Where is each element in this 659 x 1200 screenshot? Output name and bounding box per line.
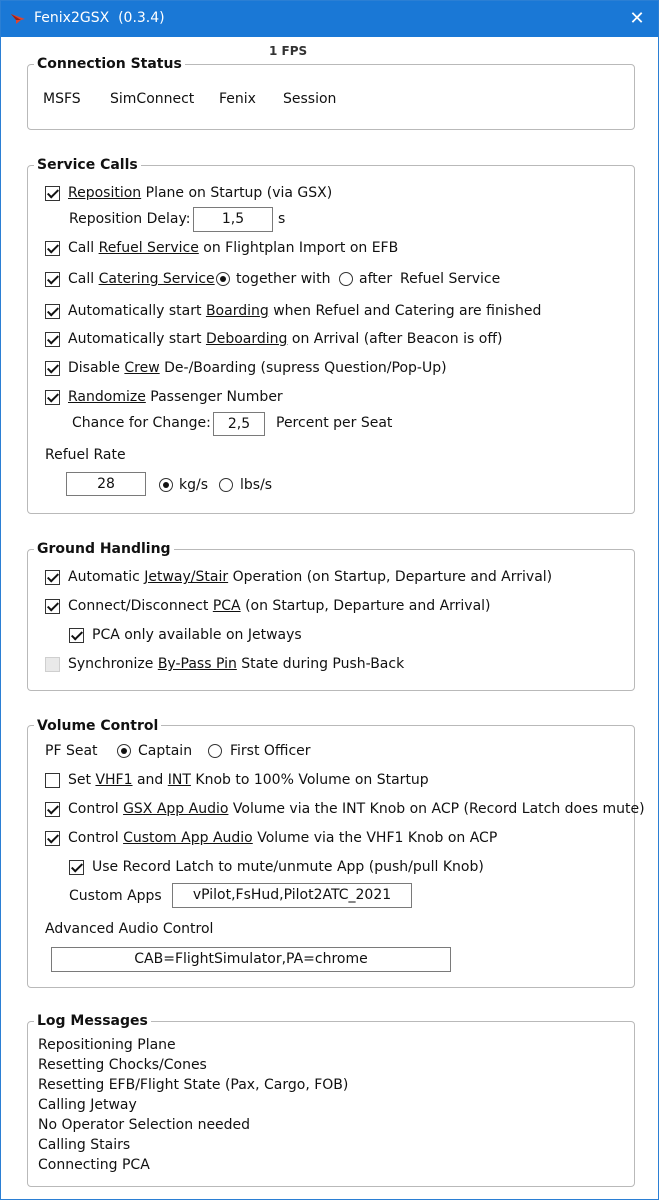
status-msfs: MSFS [43, 91, 81, 107]
pf-first-officer-label[interactable]: First Officer [230, 743, 311, 760]
catering-suffix-label: Refuel Service [400, 271, 501, 287]
app-window: Fenix2GSX (0.3.4) ✕ 1 FPS Connection Sta… [0, 0, 659, 1200]
refuel-rate-input[interactable]: 28 [66, 472, 146, 496]
pca-checkbox[interactable] [45, 599, 60, 614]
vhf1-int-label[interactable]: Set VHF1 and INT Knob to 100% Volume on … [68, 772, 429, 789]
boarding-label[interactable]: Automatically start Boarding when Refuel… [68, 303, 541, 320]
catering-after-radio[interactable] [339, 272, 353, 286]
custom-audio-label[interactable]: Control Custom App Audio Volume via the … [68, 830, 497, 847]
close-icon[interactable]: ✕ [624, 7, 650, 31]
log-messages-legend: Log Messages [34, 1012, 151, 1030]
advanced-audio-label: Advanced Audio Control [45, 921, 214, 937]
jetway-label[interactable]: Automatic Jetway/Stair Operation (on Sta… [68, 569, 552, 586]
catering-after-label[interactable]: after [359, 271, 392, 288]
log-line: No Operator Selection needed [38, 1117, 251, 1133]
window-title: Fenix2GSX (0.3.4) [34, 10, 165, 26]
randomize-checkbox[interactable] [45, 390, 60, 405]
refuel-rate-label: Refuel Rate [45, 447, 126, 463]
pf-seat-label: PF Seat [45, 743, 98, 759]
volume-control-legend: Volume Control [34, 717, 162, 735]
log-line: Calling Jetway [38, 1097, 137, 1113]
crew-label[interactable]: Disable Crew De-/Boarding (supress Quest… [68, 360, 447, 377]
refuel-checkbox[interactable] [45, 241, 60, 256]
randomize-label[interactable]: Randomize Passenger Number [68, 389, 283, 406]
crew-checkbox[interactable] [45, 361, 60, 376]
app-logo-icon [11, 14, 25, 24]
log-line: Repositioning Plane [38, 1037, 176, 1053]
log-line: Resetting EFB/Flight State (Pax, Cargo, … [38, 1077, 349, 1093]
boarding-checkbox[interactable] [45, 304, 60, 319]
log-line: Resetting Chocks/Cones [38, 1057, 207, 1073]
reposition-delay-label: Reposition Delay: [69, 211, 191, 227]
refuel-rate-kgs-label[interactable]: kg/s [179, 477, 208, 494]
pf-captain-radio[interactable] [117, 744, 131, 758]
bypass-checkbox [45, 657, 60, 672]
refuel-label[interactable]: Call Refuel Service on Flightplan Import… [68, 240, 398, 257]
pf-captain-label[interactable]: Captain [138, 743, 192, 760]
pf-first-officer-radio[interactable] [208, 744, 222, 758]
refuel-rate-lbs-radio[interactable] [219, 478, 233, 492]
custom-apps-label: Custom Apps [69, 888, 162, 904]
record-latch-checkbox[interactable] [69, 860, 84, 875]
chance-unit: Percent per Seat [276, 415, 393, 431]
status-session: Session [283, 91, 337, 107]
title-bar[interactable]: Fenix2GSX (0.3.4) ✕ [1, 1, 658, 37]
reposition-delay-input[interactable]: 1,5 [193, 207, 273, 232]
status-simconnect: SimConnect [110, 91, 195, 107]
reposition-label[interactable]: Reposition Plane on Startup (via GSX) [68, 185, 332, 202]
pca-label[interactable]: Connect/Disconnect PCA (on Startup, Depa… [68, 598, 491, 615]
catering-together-label[interactable]: together with [236, 271, 330, 288]
advanced-audio-input[interactable]: CAB=FlightSimulator,PA=chrome [51, 947, 451, 972]
catering-checkbox[interactable] [45, 272, 60, 287]
deboarding-label[interactable]: Automatically start Deboarding on Arriva… [68, 331, 502, 348]
chance-label: Chance for Change: [72, 415, 211, 431]
connection-status-legend: Connection Status [34, 55, 185, 73]
refuel-rate-lbs-label[interactable]: lbs/s [240, 477, 272, 494]
service-calls-legend: Service Calls [34, 156, 141, 174]
reposition-checkbox[interactable] [45, 186, 60, 201]
catering-label[interactable]: Call Catering Service [68, 271, 215, 288]
vhf1-int-checkbox[interactable] [45, 773, 60, 788]
reposition-delay-unit: s [278, 211, 286, 227]
deboarding-checkbox[interactable] [45, 332, 60, 347]
catering-together-radio[interactable] [216, 272, 230, 286]
gsx-audio-label[interactable]: Control GSX App Audio Volume via the INT… [68, 801, 645, 818]
log-line: Connecting PCA [38, 1157, 150, 1173]
gsx-audio-checkbox[interactable] [45, 802, 60, 817]
custom-apps-input[interactable]: vPilot,FsHud,Pilot2ATC_2021 [172, 883, 412, 908]
pca-jetways-checkbox[interactable] [69, 628, 84, 643]
status-fenix: Fenix [219, 91, 256, 107]
jetway-checkbox[interactable] [45, 570, 60, 585]
refuel-rate-kgs-radio[interactable] [159, 478, 173, 492]
record-latch-label[interactable]: Use Record Latch to mute/unmute App (pus… [92, 859, 484, 876]
bypass-label: Synchronize By-Pass Pin State during Pus… [68, 656, 405, 672]
custom-audio-checkbox[interactable] [45, 831, 60, 846]
pca-jetways-label[interactable]: PCA only available on Jetways [92, 627, 302, 644]
ground-handling-legend: Ground Handling [34, 540, 174, 558]
fps-indicator: 1 FPS [269, 44, 308, 58]
chance-input[interactable]: 2,5 [213, 412, 265, 436]
log-line: Calling Stairs [38, 1137, 131, 1153]
